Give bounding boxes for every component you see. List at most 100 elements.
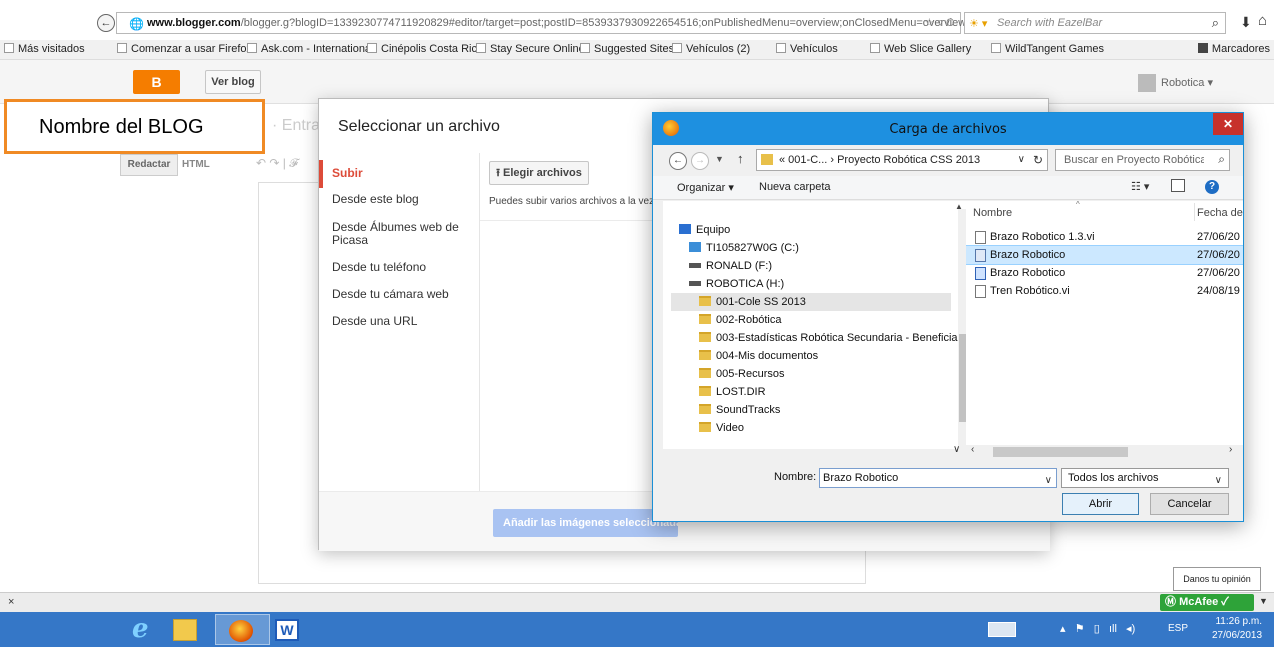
tree-item[interactable]: 005-Recursos: [699, 365, 784, 383]
dialog-titlebar[interactable]: Carga de archivos ✕: [653, 113, 1243, 145]
list-scrollbar-thumb[interactable]: [993, 447, 1128, 457]
bookmark-item[interactable]: Vehículos: [776, 43, 838, 55]
selected-nav-marker: [319, 160, 323, 188]
tray-icons[interactable]: ▴ ⚑ ▯ ıll ◂): [1060, 622, 1135, 635]
nav-from-url[interactable]: Desde una URL: [332, 315, 417, 328]
picker-title: Seleccionar un archivo: [338, 118, 500, 135]
word-icon: W: [275, 619, 299, 641]
feedback-button[interactable]: Danos tu opinión: [1173, 567, 1261, 591]
undo-redo-icon[interactable]: ↶ ↷ | 𝓕: [256, 156, 298, 171]
nav-from-phone[interactable]: Desde tu teléfono: [332, 261, 426, 274]
nav-upload[interactable]: Subir: [332, 167, 363, 180]
tree-item[interactable]: RONALD (F:): [689, 257, 772, 275]
blogger-logo-icon[interactable]: B: [133, 70, 180, 94]
bookmarks-bar: Más visitados Comenzar a usar Firefox As…: [0, 40, 1274, 60]
search-engine-icon[interactable]: ☀ ▾: [969, 17, 987, 30]
help-icon[interactable]: ?: [1205, 180, 1219, 194]
scroll-right-icon[interactable]: ›: [1229, 444, 1232, 455]
back-arrow-icon[interactable]: ←: [97, 14, 115, 32]
clock-time[interactable]: 11:26 p.m.: [1212, 616, 1262, 627]
preview-pane-icon[interactable]: [1171, 179, 1185, 192]
bookmark-item[interactable]: Stay Secure Online: [476, 43, 585, 55]
chevron-down-icon[interactable]: ▼: [715, 154, 724, 164]
scroll-left-icon[interactable]: ‹: [971, 444, 974, 455]
open-button[interactable]: Abrir: [1062, 493, 1139, 515]
chevron-down-icon[interactable]: ∨: [1215, 472, 1222, 490]
tab-html[interactable]: HTML: [182, 154, 210, 176]
tree-item[interactable]: Equipo: [679, 221, 730, 239]
close-icon[interactable]: ✕: [1213, 113, 1243, 135]
search-icon[interactable]: ⌕: [1212, 15, 1219, 31]
keyboard-icon[interactable]: [988, 622, 1016, 637]
star-refresh-icon[interactable]: ☆ ▿ C: [925, 16, 954, 29]
nav-from-picasa[interactable]: Desde Álbumes web de Picasa: [332, 221, 462, 247]
forward-arrow-icon[interactable]: →: [691, 152, 709, 170]
file-row[interactable]: Brazo Robotico 1.3.vi 27/06/20: [966, 228, 1243, 246]
scroll-up-icon[interactable]: ▲: [955, 202, 963, 211]
tree-item[interactable]: Video: [699, 419, 744, 437]
search-input[interactable]: Buscar en Proyecto Robótica ... ⌕: [1055, 149, 1230, 171]
refresh-icon[interactable]: ↻: [1033, 153, 1043, 167]
choose-files-button[interactable]: ⭱ Elegir archivos: [489, 161, 589, 185]
nav-from-blog[interactable]: Desde este blog: [332, 193, 419, 206]
file-row[interactable]: Tren Robótico.vi 24/08/19: [966, 282, 1243, 300]
tree-item[interactable]: LOST.DIR: [699, 383, 766, 401]
nav-from-webcam[interactable]: Desde tu cámara web: [332, 288, 449, 301]
cancel-button[interactable]: Cancelar: [1150, 493, 1229, 515]
up-arrow-icon[interactable]: ↑: [737, 151, 744, 166]
tab-compose[interactable]: Redactar: [120, 154, 178, 176]
views-icon[interactable]: ☷ ▾: [1131, 180, 1149, 193]
search-box[interactable]: ☀ ▾ Search with EazelBar ⌕: [964, 12, 1226, 34]
close-icon[interactable]: ×: [8, 596, 14, 608]
view-blog-button[interactable]: Ver blog: [205, 70, 261, 94]
avatar[interactable]: [1138, 74, 1156, 92]
chevron-down-icon[interactable]: ∨: [1018, 154, 1025, 165]
back-arrow-icon[interactable]: ←: [669, 152, 687, 170]
command-bar: Organizar ▾ Nueva carpeta ☷ ▾ ?: [653, 176, 1243, 200]
globe-icon: 🌐: [129, 17, 144, 31]
download-icon[interactable]: ⬇: [1240, 14, 1252, 31]
organize-menu[interactable]: Organizar ▾: [677, 181, 734, 194]
bookmark-item[interactable]: Cinépolis Costa Rica: [367, 43, 483, 55]
bookmark-item[interactable]: Web Slice Gallery: [870, 43, 971, 55]
address-bar[interactable]: « 001-C... › Proyecto Robótica CSS 2013 …: [756, 149, 1048, 171]
language-indicator[interactable]: ESP: [1168, 623, 1188, 634]
chevron-down-icon[interactable]: ∨: [953, 444, 960, 455]
breadcrumb[interactable]: « 001-C... › Proyecto Robótica CSS 2013: [779, 154, 980, 166]
user-name[interactable]: Robotica ▾: [1161, 76, 1213, 89]
chevron-down-icon[interactable]: ∨: [1045, 472, 1052, 490]
clock-date[interactable]: 27/06/2013: [1212, 630, 1262, 641]
bookmark-item[interactable]: Suggested Sites: [580, 43, 674, 55]
file-type-select[interactable]: Todos los archivos ∨: [1061, 468, 1229, 488]
taskbar-word[interactable]: W: [262, 614, 317, 645]
bookmark-item[interactable]: WildTangent Games: [991, 43, 1104, 55]
bookmark-item[interactable]: Vehículos (2): [672, 43, 750, 55]
tree-item[interactable]: ROBOTICA (H:): [689, 275, 784, 293]
url-bar[interactable]: 🌐 www.blogger.com/blogger.g?blogID=13392…: [116, 12, 966, 34]
url-text: www.blogger.com/blogger.g?blogID=1339230…: [147, 17, 967, 29]
add-selected-button[interactable]: Añadir las imágenes seleccionadas: [493, 509, 678, 537]
tree-item[interactable]: SoundTracks: [699, 401, 780, 419]
tree-scrollbar-thumb[interactable]: [959, 334, 966, 422]
bookmark-item[interactable]: Comenzar a usar Firefox: [117, 43, 252, 55]
tree-item[interactable]: 004-Mis documentos: [699, 347, 818, 365]
filename-input[interactable]: Brazo Robotico ∨: [819, 468, 1057, 488]
bookmark-item[interactable]: Ask.com - International: [247, 43, 374, 55]
column-header-date[interactable]: Fecha de: [1197, 207, 1243, 219]
file-row[interactable]: Brazo Robotico 27/06/20: [966, 264, 1243, 282]
chevron-down-icon[interactable]: ▼: [1259, 596, 1268, 606]
tree-item[interactable]: 003-Estadísticas Robótica Secundaria - B…: [699, 329, 966, 347]
bookmark-item[interactable]: Más visitados: [4, 43, 85, 55]
bookmarks-menu[interactable]: Marcadores: [1197, 43, 1270, 55]
mcafee-button[interactable]: Ⓜ McAfee ✓: [1160, 594, 1254, 611]
column-header-name[interactable]: Nombre: [973, 207, 1012, 219]
home-icon[interactable]: ⌂: [1258, 12, 1267, 29]
tree-item[interactable]: TI105827W0G (C:): [689, 239, 799, 257]
new-folder-button[interactable]: Nueva carpeta: [759, 181, 831, 193]
tree-item-selected[interactable]: 001-Cole SS 2013: [699, 293, 806, 311]
tree-item[interactable]: 002-Robótica: [699, 311, 781, 329]
search-icon[interactable]: ⌕: [1218, 152, 1225, 167]
taskbar-explorer[interactable]: [160, 614, 215, 645]
column-divider[interactable]: [1194, 203, 1195, 221]
file-row-selected[interactable]: Brazo Robotico 27/06/20: [966, 245, 1243, 265]
